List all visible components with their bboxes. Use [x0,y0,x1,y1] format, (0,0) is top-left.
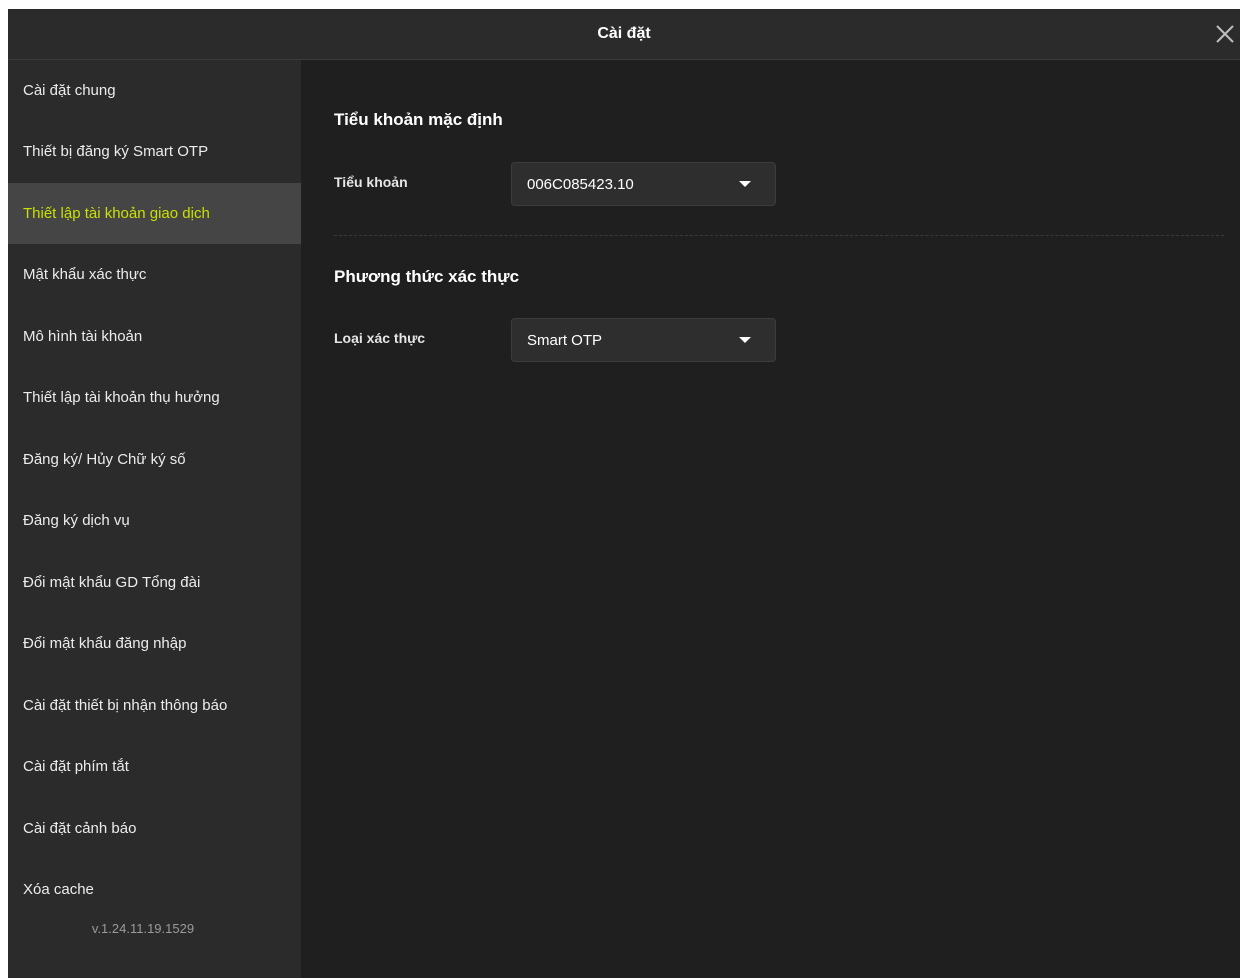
section-title-default-subaccount: Tiểu khoản mặc định [334,110,503,129]
sidebar-item-beneficiary-setup[interactable]: Thiết lập tài khoản thụ hưởng [8,367,301,428]
subaccount-label: Tiểu khoản [334,174,408,190]
dialog-titlebar: Cài đặt [8,9,1240,60]
close-icon [1216,25,1234,43]
sidebar-item-general[interactable]: Cài đặt chung [8,60,301,121]
auth-type-label: Loại xác thực [334,330,426,346]
sidebar-item-alerts[interactable]: Cài đặt cảnh báo [8,798,301,859]
sidebar-item-clear-cache[interactable]: Xóa cache [8,859,301,920]
subaccount-select[interactable]: 006C085423.10 [511,162,776,206]
sidebar-item-digital-signature[interactable]: Đăng ký/ Hủy Chữ ký số [8,429,301,490]
auth-type-select[interactable]: Smart OTP [511,318,776,362]
sidebar-item-account-model[interactable]: Mô hình tài khoản [8,306,301,367]
caret-down-icon [739,337,751,343]
dialog-title: Cài đặt [597,25,651,42]
sidebar-item-smart-otp-devices[interactable]: Thiết bị đăng ký Smart OTP [8,121,301,182]
settings-dialog: Cài đặt Cài đặt chung Thiết bị đăng ký S… [8,9,1240,978]
settings-content: Tiểu khoản mặc định Tiểu khoản 006C08542… [301,60,1240,978]
subaccount-select-value: 006C085423.10 [527,176,634,193]
sidebar-item-trading-account-setup[interactable]: Thiết lập tài khoản giao dịch [8,183,301,244]
close-button[interactable] [1212,21,1238,47]
caret-down-icon [739,181,751,187]
sidebar-item-auth-password[interactable]: Mật khẩu xác thực [8,244,301,305]
sidebar-item-shortcuts[interactable]: Cài đặt phím tắt [8,736,301,797]
sidebar-item-login-password[interactable]: Đổi mật khẩu đăng nhập [8,613,301,674]
section-title-auth-method: Phương thức xác thực [334,267,520,286]
sidebar-item-service-registration[interactable]: Đăng ký dịch vụ [8,490,301,551]
sidebar-item-call-center-password[interactable]: Đổi mật khẩu GD Tổng đài [8,552,301,613]
sidebar-item-notification-devices[interactable]: Cài đặt thiết bị nhận thông báo [8,675,301,736]
section-divider [334,235,1224,236]
auth-type-select-value: Smart OTP [527,332,603,349]
settings-sidebar: Cài đặt chung Thiết bị đăng ký Smart OTP… [8,60,301,978]
app-version: v.1.24.11.19.1529 [91,921,195,936]
